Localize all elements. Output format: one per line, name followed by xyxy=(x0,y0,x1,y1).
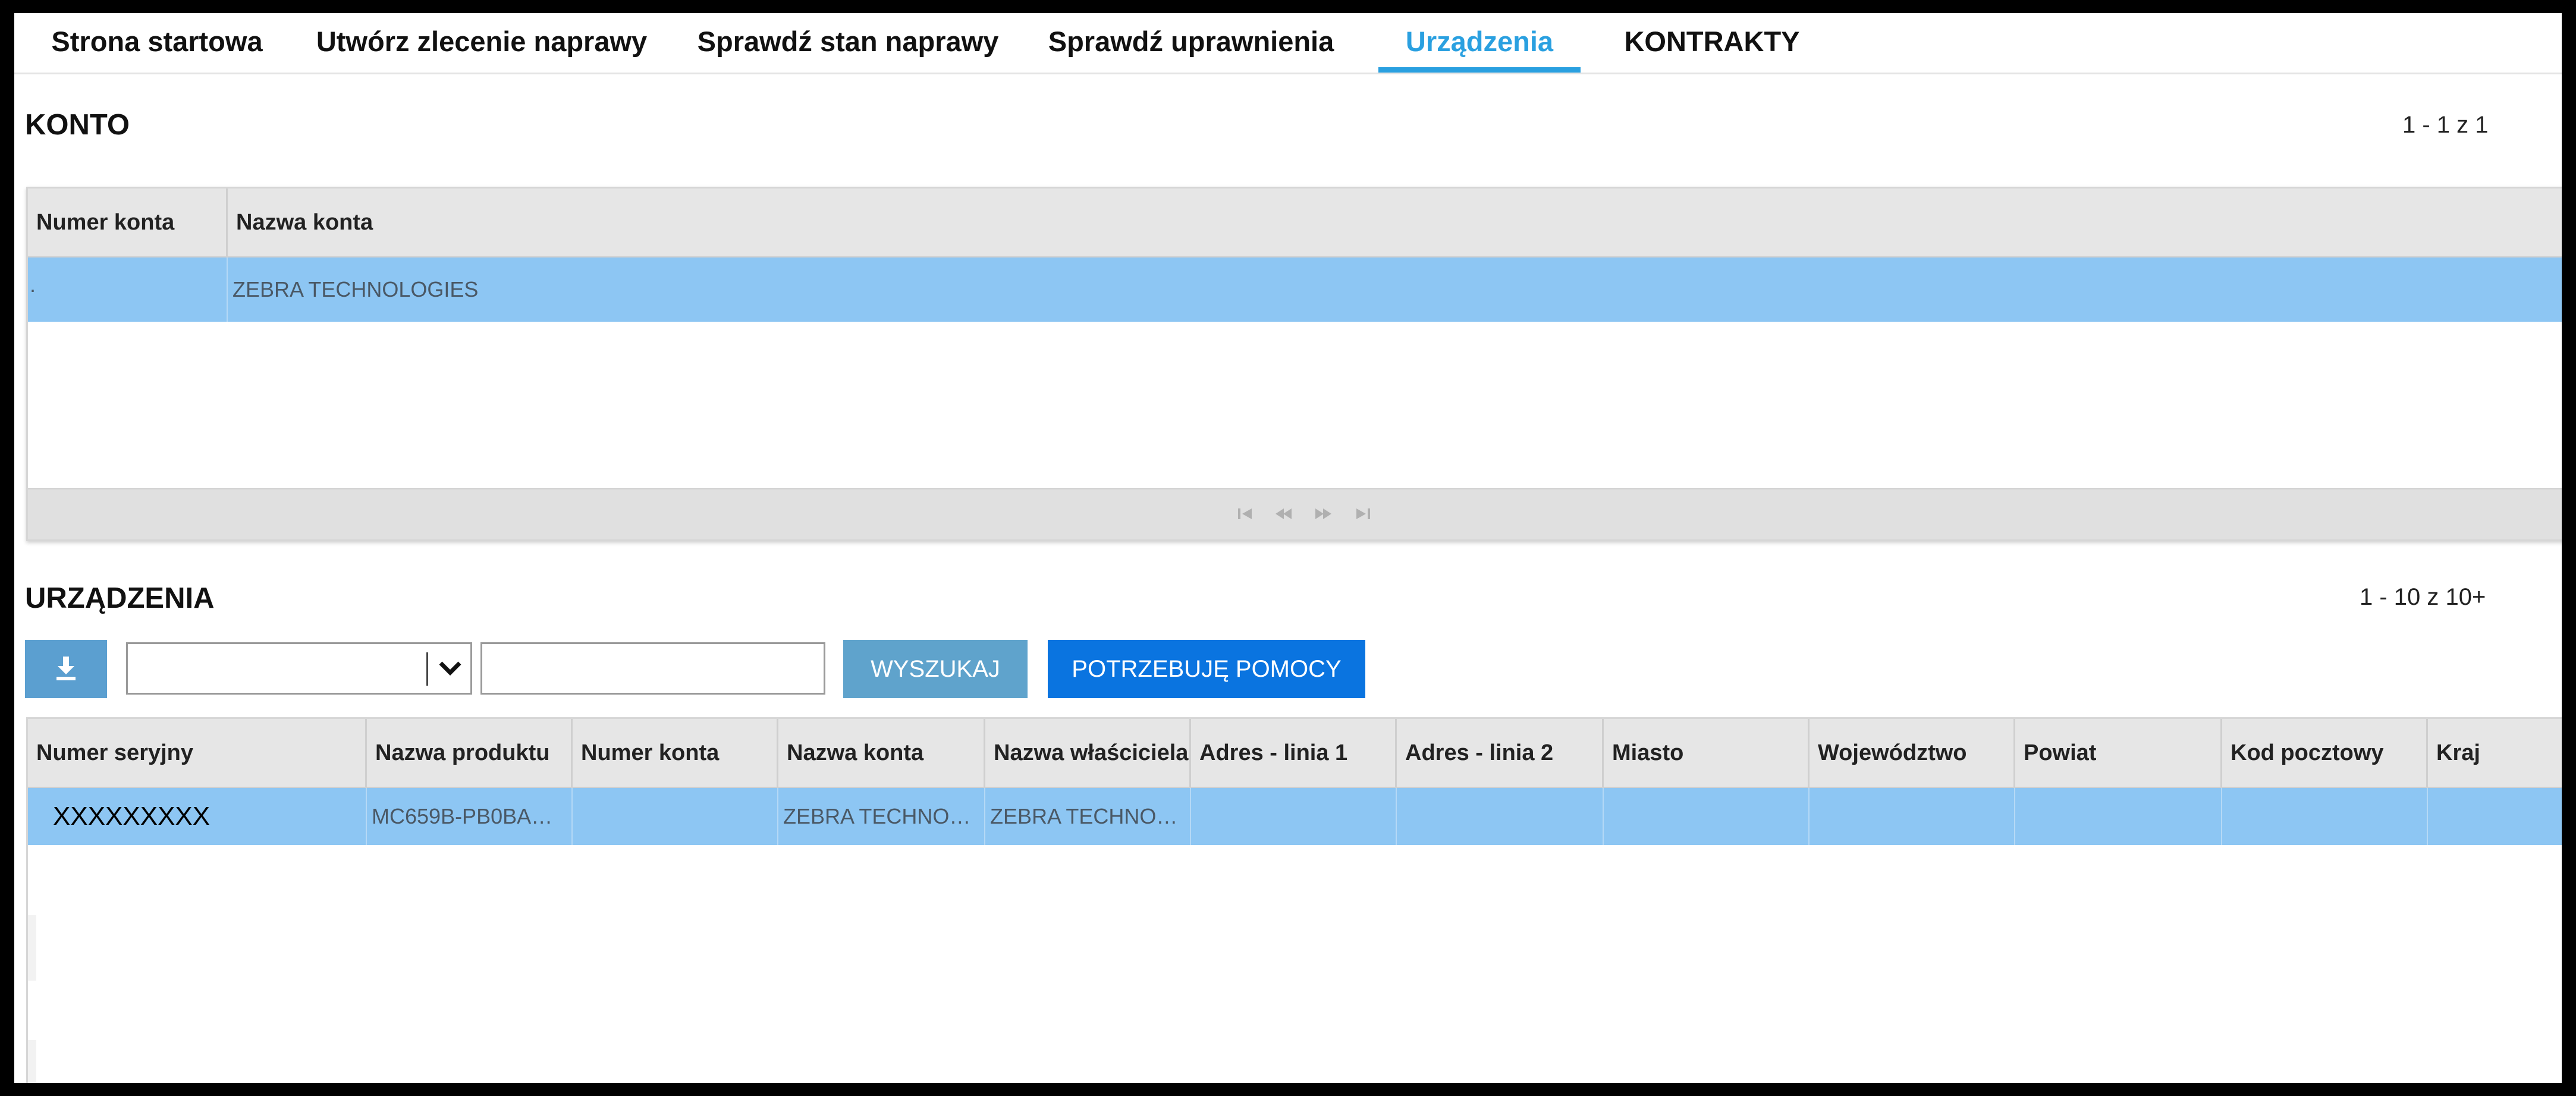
cell-adres-linia-2 xyxy=(1397,788,1604,845)
column-header-kraj[interactable]: Kraj xyxy=(2428,719,2562,787)
cell-numer-konta: · xyxy=(28,257,228,322)
column-header-numer-konta[interactable]: Numer konta xyxy=(573,719,778,787)
tab-strona-startowa[interactable]: Strona startowa xyxy=(44,13,270,73)
column-header-nazwa-konta[interactable]: Nazwa konta xyxy=(778,719,985,787)
download-icon xyxy=(56,657,76,680)
export-button[interactable] xyxy=(25,640,107,698)
urzadzenia-grid-header: Numer seryjny Nazwa produktu Numer konta… xyxy=(28,719,2562,788)
table-row[interactable]: · ZEBRA TECHNOLOGIES xyxy=(28,257,2562,322)
column-header-adres-linia-1[interactable]: Adres - linia 1 xyxy=(1191,719,1397,787)
cell-nazwa-produktu: MC659B-PB0BA… xyxy=(367,788,573,845)
column-header-nazwa-wlasciciela[interactable]: Nazwa właściciela xyxy=(985,719,1191,787)
row-edge-marker xyxy=(28,1040,36,1083)
cell-powiat xyxy=(2015,788,2222,845)
column-header-nazwa-produktu[interactable]: Nazwa produktu xyxy=(367,719,573,787)
tab-sprawdz-stan-naprawy[interactable]: Sprawdź stan naprawy xyxy=(693,13,1003,73)
column-header-numer-konta[interactable]: Numer konta xyxy=(28,189,228,256)
last-page-icon[interactable] xyxy=(1354,506,1372,522)
konto-grid: Numer konta Nazwa konta · ZEBRA TECHNOLO… xyxy=(26,187,2562,541)
column-header-wojewodztwo[interactable]: Województwo xyxy=(1810,719,2015,787)
cell-kod-pocztowy xyxy=(2222,788,2428,845)
next-page-icon[interactable] xyxy=(1315,506,1333,522)
column-header-adres-linia-2[interactable]: Adres - linia 2 xyxy=(1397,719,1604,787)
cell-nazwa-wlasciciela: ZEBRA TECHNO… xyxy=(985,788,1191,845)
column-header-nazwa-konta[interactable]: Nazwa konta xyxy=(228,189,2562,256)
prev-page-icon[interactable] xyxy=(1274,506,1292,522)
table-row[interactable]: XXXXXXXXX MC659B-PB0BA… ZEBRA TECHNO… ZE… xyxy=(28,788,2562,845)
konto-section-title: KONTO xyxy=(25,109,130,141)
tab-urzadzenia[interactable]: Urządzenia xyxy=(1378,13,1581,73)
tab-sprawdz-uprawnienia[interactable]: Sprawdź uprawnienia xyxy=(1045,13,1337,73)
cell-adres-linia-1 xyxy=(1191,788,1397,845)
cell-wojewodztwo xyxy=(1810,788,2015,845)
search-input[interactable] xyxy=(480,642,825,695)
cell-miasto xyxy=(1604,788,1810,845)
tab-bar: Strona startowa Utwórz zlecenie naprawy … xyxy=(14,13,2562,74)
urzadzenia-grid: Numer seryjny Nazwa produktu Numer konta… xyxy=(26,717,2562,1083)
cell-numer-konta xyxy=(573,788,778,845)
chevron-down-icon[interactable] xyxy=(437,660,463,677)
cell-nazwa-konta: ZEBRA TECHNOLOGIES xyxy=(233,277,479,302)
urzadzenia-section-title: URZĄDZENIA xyxy=(25,582,215,614)
tab-kontrakty[interactable]: KONTRAKTY xyxy=(1614,13,1810,73)
help-button[interactable]: POTRZEBUJĘ POMOCY xyxy=(1048,640,1365,698)
column-header-powiat[interactable]: Powiat xyxy=(2015,719,2222,787)
urzadzenia-pager-count: 1 - 10 z 10+ xyxy=(2360,584,2486,610)
select-divider xyxy=(426,652,428,686)
app-window: Strona startowa Utwórz zlecenie naprawy … xyxy=(14,13,2562,1083)
konto-pager-bar xyxy=(28,488,2562,539)
column-header-kod-pocztowy[interactable]: Kod pocztowy xyxy=(2222,719,2428,787)
first-page-icon[interactable] xyxy=(1236,506,1254,522)
row-edge-marker xyxy=(28,915,36,981)
cell-kraj xyxy=(2428,788,2562,845)
konto-grid-header: Numer konta Nazwa konta xyxy=(28,189,2562,257)
filter-select[interactable] xyxy=(126,642,472,695)
tab-utworz-zlecenie-naprawy[interactable]: Utwórz zlecenie naprawy xyxy=(313,13,651,73)
column-header-numer-seryjny[interactable]: Numer seryjny xyxy=(28,719,367,787)
cell-nazwa-konta: ZEBRA TECHNO… xyxy=(778,788,985,845)
column-header-miasto[interactable]: Miasto xyxy=(1604,719,1810,787)
cell-numer-seryjny: XXXXXXXXX xyxy=(28,788,367,845)
search-button[interactable]: WYSZUKAJ xyxy=(843,640,1028,698)
konto-pager-count: 1 - 1 z 1 xyxy=(2402,112,2489,138)
